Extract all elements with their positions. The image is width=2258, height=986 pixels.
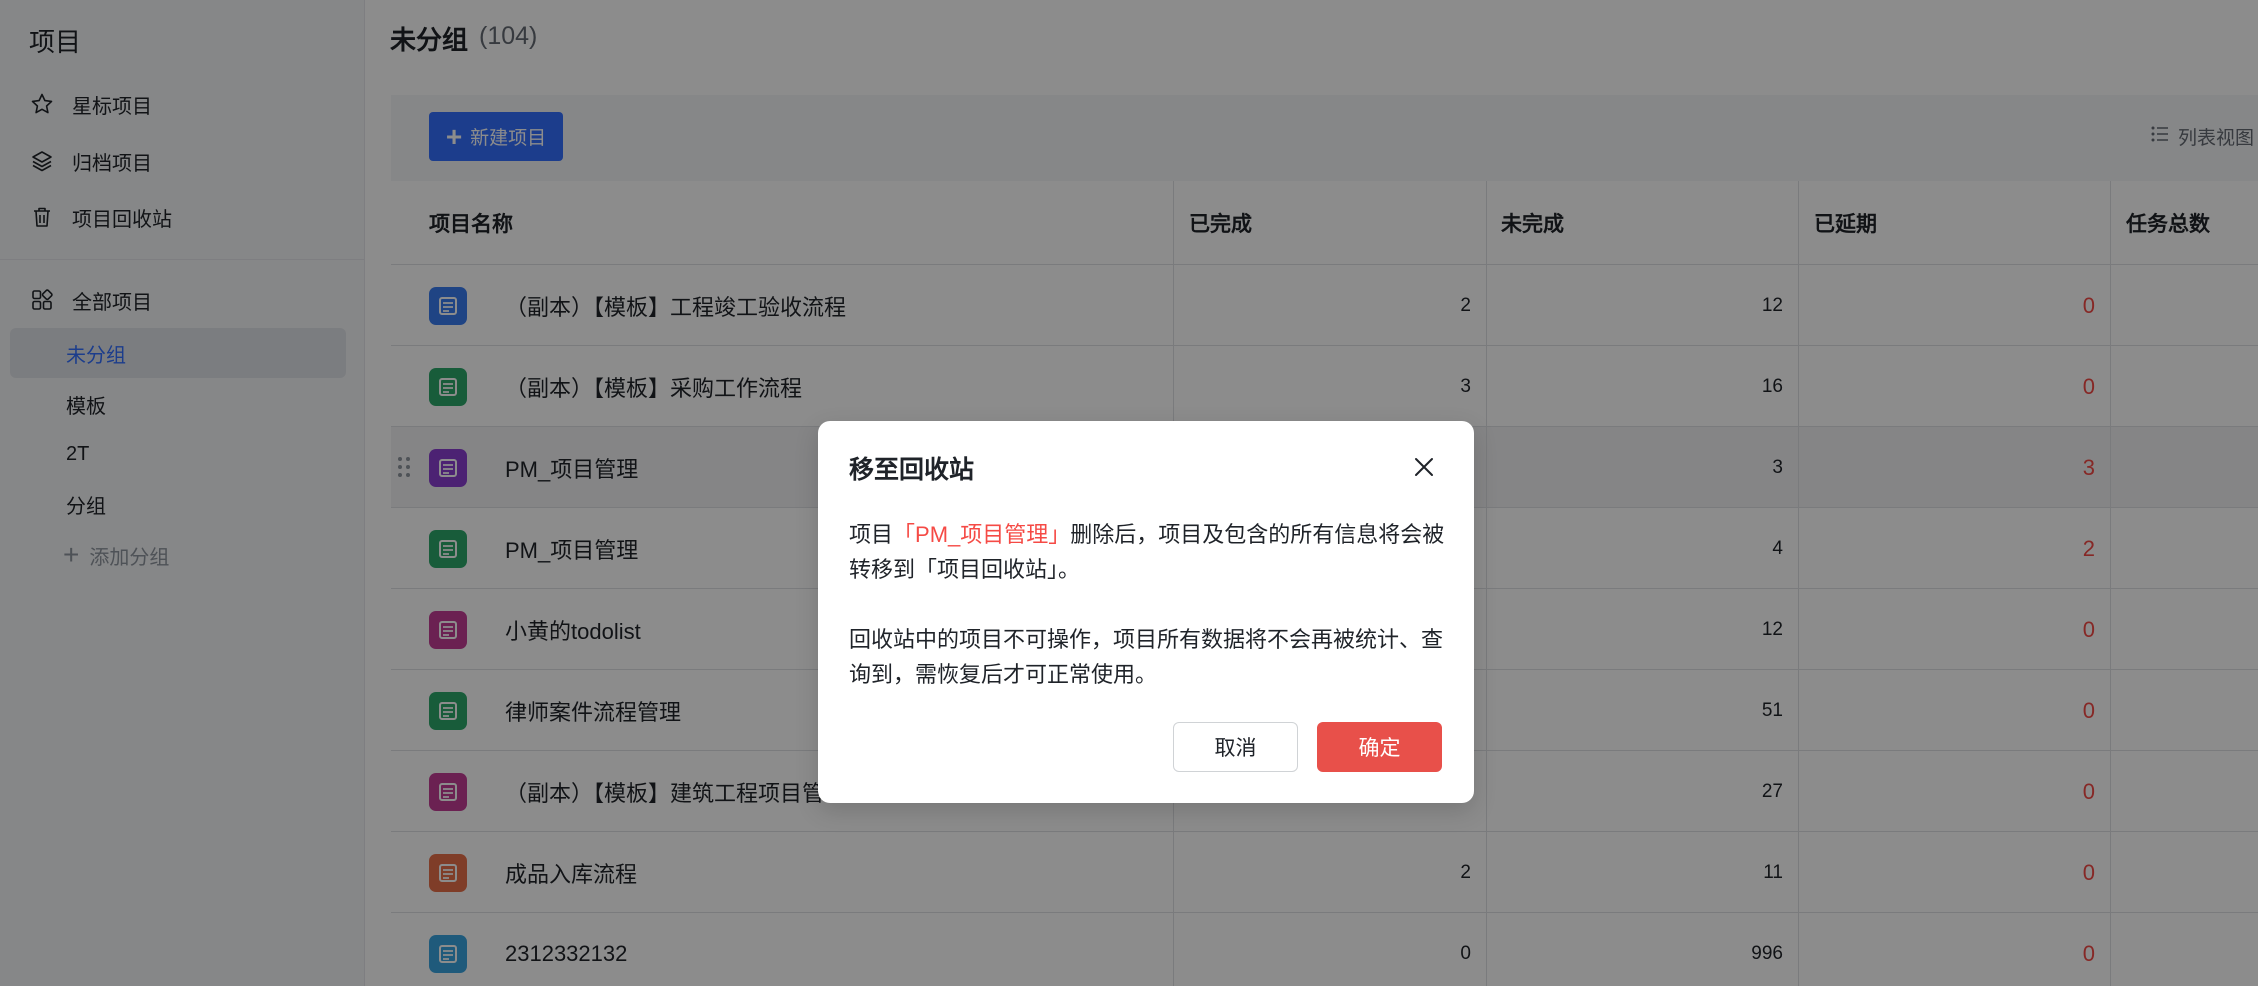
dialog-body-prefix: 项目: [849, 522, 894, 547]
close-icon[interactable]: [1410, 453, 1438, 481]
dialog-title: 移至回收站: [849, 456, 975, 484]
cancel-button[interactable]: 取消: [1173, 722, 1298, 772]
dialog-body: 项目「PM_项目管理」删除后，项目及包含的所有信息将会被转移到「项目回收站」。 …: [849, 517, 1449, 692]
dialog-warning: 回收站中的项目不可操作，项目所有数据将不会再被统计、查询到，需恢复后才可正常使用…: [849, 627, 1444, 687]
confirm-button[interactable]: 确定: [1317, 722, 1442, 772]
dialog-project-name: 「PM_项目管理」: [893, 522, 1071, 547]
move-to-trash-dialog: 移至回收站 项目「PM_项目管理」删除后，项目及包含的所有信息将会被转移到「项目…: [818, 421, 1474, 803]
dialog-message: 项目「PM_项目管理」删除后，项目及包含的所有信息将会被转移到「项目回收站」。: [849, 517, 1449, 587]
